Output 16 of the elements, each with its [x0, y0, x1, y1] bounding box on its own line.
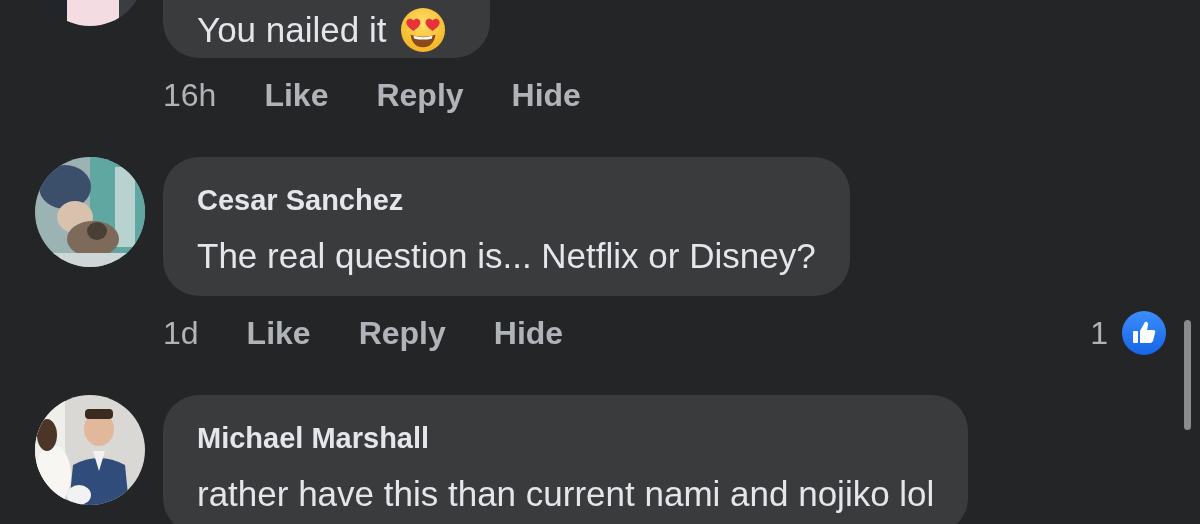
author-name[interactable]: Cesar Sanchez — [197, 180, 816, 220]
action-link[interactable]: Reply — [376, 76, 464, 114]
author-name[interactable]: Michael Marshall — [197, 418, 935, 458]
timestamp: 16h — [163, 76, 217, 114]
comment-text: You nailed it — [197, 11, 387, 49]
action-link[interactable]: Like — [246, 314, 311, 352]
comment-text: The real question is... Netflix or Disney? — [197, 237, 816, 275]
action-link[interactable]: Like — [264, 76, 329, 114]
action-link[interactable]: Reply — [358, 314, 446, 352]
reaction-count: 1 — [1090, 314, 1108, 352]
scrollbar[interactable] — [1184, 320, 1191, 430]
comment-text: rather have this than current nami and nojiko lol — [197, 475, 935, 513]
timestamp: 1d — [163, 314, 199, 352]
action-link[interactable]: Hide — [511, 76, 581, 114]
action-link[interactable]: Hide — [493, 314, 564, 352]
thumbs-up-icon[interactable] — [1122, 311, 1166, 355]
